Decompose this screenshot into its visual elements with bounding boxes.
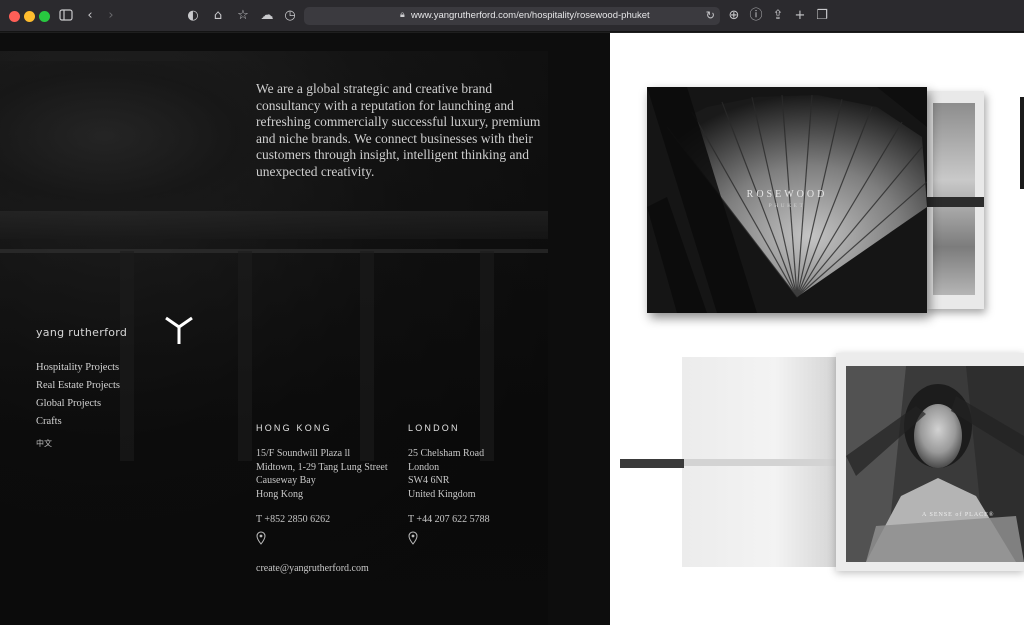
shield-icon[interactable]: ◐	[185, 8, 201, 24]
book-subtitle: PHUKET	[768, 203, 806, 209]
lock-icon: 🔒︎	[400, 10, 405, 20]
tabs-icon[interactable]: ❐	[814, 8, 830, 24]
nav-crafts[interactable]: Crafts	[36, 416, 120, 434]
cloud-icon[interactable]: ☁	[259, 8, 275, 24]
address-line: United Kingdom	[408, 488, 476, 500]
portrait-photo	[846, 366, 1024, 562]
url-text: www.yangrutherford.com/en/hospitality/ro…	[411, 10, 650, 21]
office-london: LONDON 25 Chelsham Road London SW4 6NR U…	[408, 423, 490, 550]
book-caption: A SENSE of PLACE®	[922, 512, 995, 518]
project-gallery: ROSEWOOD PHUKET A SENSE of PLACE®	[610, 33, 1024, 625]
rosewood-phuket-book-image[interactable]: ROSEWOOD PHUKET	[647, 87, 927, 313]
office-city: LONDON	[408, 423, 460, 433]
nav-hospitality-projects[interactable]: Hospitality Projects	[36, 362, 120, 380]
star-icon[interactable]: ☆	[235, 8, 251, 24]
address-line: London	[408, 461, 440, 473]
home-icon[interactable]: ⌂	[210, 8, 226, 24]
y-logo-icon[interactable]	[163, 315, 195, 345]
close-window-button[interactable]	[9, 11, 20, 22]
download-icon[interactable]: ⊕	[726, 8, 742, 24]
back-icon[interactable]: ‹	[82, 8, 98, 24]
sidebar-icon[interactable]	[58, 8, 74, 24]
map-pin-icon[interactable]	[408, 531, 418, 545]
address-bar[interactable]: 🔒︎ www.yangrutherford.com/en/hospitality…	[304, 7, 720, 25]
browser-toolbar: ‹ › ◐ ⌂ ☆ ☁ ◷ 🔒︎ www.yangrutherford.com/…	[0, 0, 1024, 32]
address-line: 15/F Soundwill Plaza ll	[256, 448, 351, 459]
new-tab-icon[interactable]: +	[792, 8, 808, 24]
brand-wordmark[interactable]: yang rutherford	[36, 326, 127, 339]
share-icon[interactable]: ⇪	[770, 8, 786, 24]
office-phone[interactable]: T +852 2850 6262	[256, 514, 388, 525]
address-line: Causeway Bay	[256, 475, 316, 486]
brochure-strap	[620, 459, 684, 468]
main-nav: Hospitality Projects Real Estate Project…	[36, 362, 120, 456]
book-title: ROSEWOOD	[746, 189, 828, 200]
info-icon[interactable]: ⓘ	[748, 8, 764, 24]
office-city: HONG KONG	[256, 423, 332, 433]
intro-paragraph: We are a global strategic and creative b…	[256, 81, 541, 179]
address-line: Midtown, 1-29 Tang Lung Street	[256, 461, 388, 473]
address-line: Hong Kong	[256, 488, 303, 500]
address-line: 25 Chelsham Road	[408, 448, 485, 459]
sense-of-place-book-image[interactable]: A SENSE of PLACE®	[836, 353, 1024, 571]
minimize-window-button[interactable]	[24, 11, 35, 22]
language-switch[interactable]: 中文	[36, 438, 120, 456]
map-pin-icon[interactable]	[256, 531, 266, 545]
email-link[interactable]: create@yangrutherford.com	[256, 563, 369, 574]
forward-icon[interactable]: ›	[103, 8, 119, 24]
nav-global-projects[interactable]: Global Projects	[36, 398, 120, 416]
next-image-edge	[1020, 97, 1024, 189]
address-line: SW4 6NR	[408, 475, 450, 486]
rosewood-box-back	[926, 91, 984, 309]
zoom-window-button[interactable]	[39, 11, 50, 22]
office-hong-kong: HONG KONG 15/F Soundwill Plaza ll Midtow…	[256, 423, 388, 550]
office-phone[interactable]: T +44 207 622 5788	[408, 514, 490, 525]
brochure-band	[682, 459, 836, 466]
info-panel: We are a global strategic and creative b…	[0, 33, 610, 625]
nav-real-estate-projects[interactable]: Real Estate Projects	[36, 380, 120, 398]
reload-icon[interactable]: ↻	[706, 9, 715, 22]
history-icon[interactable]: ◷	[282, 8, 298, 24]
